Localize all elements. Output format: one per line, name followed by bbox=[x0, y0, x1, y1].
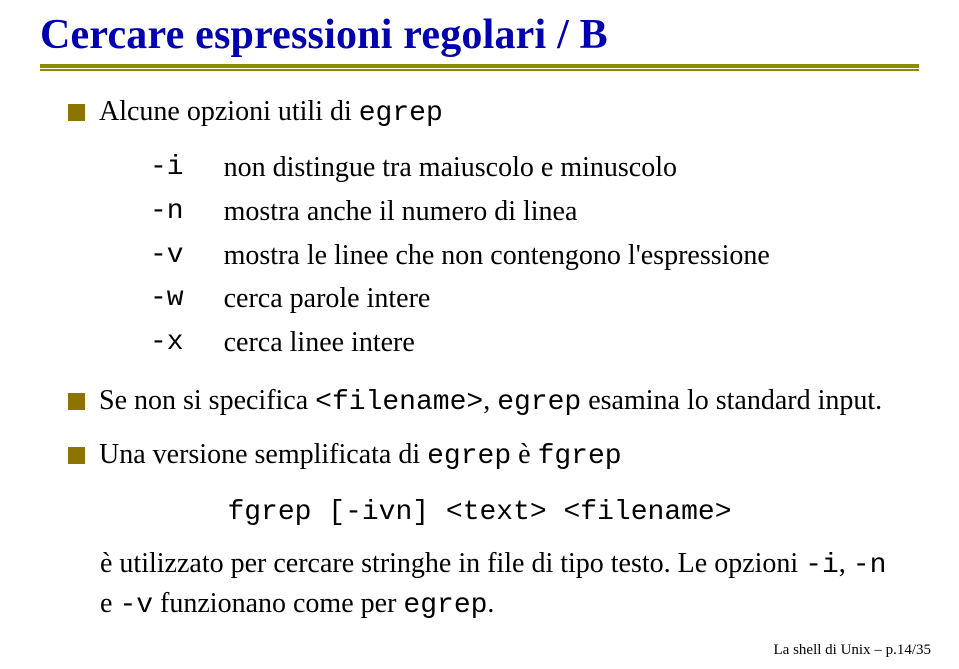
text: è utilizzato per cercare stringhe in fil… bbox=[100, 548, 805, 579]
tail-paragraph: è utilizzato per cercare stringhe in fil… bbox=[100, 545, 919, 625]
option-flag: -v bbox=[150, 237, 224, 275]
bullet-marker bbox=[68, 447, 85, 464]
text: Se non si specifica bbox=[99, 385, 315, 416]
page-footer: La shell di Unix – p.14/35 bbox=[774, 642, 932, 659]
text: è bbox=[511, 439, 537, 470]
text: Una versione semplificata di bbox=[99, 439, 427, 470]
bullet-2: Se non si specifica <filename>, egrep es… bbox=[68, 382, 919, 422]
code-inline: -n bbox=[853, 550, 887, 581]
option-desc: mostra anche il numero di linea bbox=[224, 193, 770, 231]
option-flag: -w bbox=[150, 280, 224, 318]
bullet-marker bbox=[68, 393, 85, 410]
option-flag: -x bbox=[150, 324, 224, 362]
option-row: -x cerca linee intere bbox=[150, 324, 770, 362]
bullet-marker bbox=[68, 104, 85, 121]
code-inline: -v bbox=[119, 590, 153, 621]
text: , bbox=[483, 385, 497, 416]
code-inline: egrep bbox=[497, 387, 581, 418]
option-desc: non distingue tra maiuscolo e minuscolo bbox=[224, 149, 770, 187]
option-row: -i non distingue tra maiuscolo e minusco… bbox=[150, 149, 770, 187]
text: e bbox=[100, 588, 119, 619]
option-flag: -n bbox=[150, 193, 224, 231]
option-row: -v mostra le linee che non contengono l'… bbox=[150, 237, 770, 275]
option-row: -n mostra anche il numero di linea bbox=[150, 193, 770, 231]
slide: Cercare espressioni regolari / B Alcune … bbox=[0, 0, 959, 669]
code-inline: egrep bbox=[403, 590, 487, 621]
slide-content: Alcune opzioni utili di egrep -i non dis… bbox=[40, 93, 919, 625]
title-rule-thick bbox=[40, 64, 919, 68]
bullet-text: Una versione semplificata di egrep è fgr… bbox=[99, 436, 919, 476]
slide-title: Cercare espressioni regolari / B bbox=[40, 12, 919, 58]
option-desc: mostra le linee che non contengono l'esp… bbox=[224, 237, 770, 275]
option-row: -w cerca parole intere bbox=[150, 280, 770, 318]
option-desc: cerca parole intere bbox=[224, 280, 770, 318]
code-inline: <filename> bbox=[315, 387, 483, 418]
code-inline: egrep bbox=[359, 98, 443, 129]
text: Alcune opzioni utili di bbox=[99, 96, 359, 127]
code-inline: egrep bbox=[427, 441, 511, 472]
bullet-1: Alcune opzioni utili di egrep bbox=[68, 93, 919, 133]
options-table: -i non distingue tra maiuscolo e minusco… bbox=[150, 143, 770, 368]
bullet-3: Una versione semplificata di egrep è fgr… bbox=[68, 436, 919, 476]
text: esamina lo standard input. bbox=[581, 385, 882, 416]
text: funzionano come per bbox=[153, 588, 403, 619]
option-desc: cerca linee intere bbox=[224, 324, 770, 362]
option-flag: -i bbox=[150, 149, 224, 187]
bullet-text: Alcune opzioni utili di egrep bbox=[99, 93, 919, 133]
code-inline: fgrep bbox=[538, 441, 622, 472]
text: . bbox=[487, 588, 494, 619]
code-block: fgrep [-ivn] <text> <filename> bbox=[40, 494, 919, 532]
bullet-text: Se non si specifica <filename>, egrep es… bbox=[99, 382, 919, 422]
text: , bbox=[839, 548, 853, 579]
code-inline: -i bbox=[805, 550, 839, 581]
title-rule-thin bbox=[40, 69, 919, 71]
